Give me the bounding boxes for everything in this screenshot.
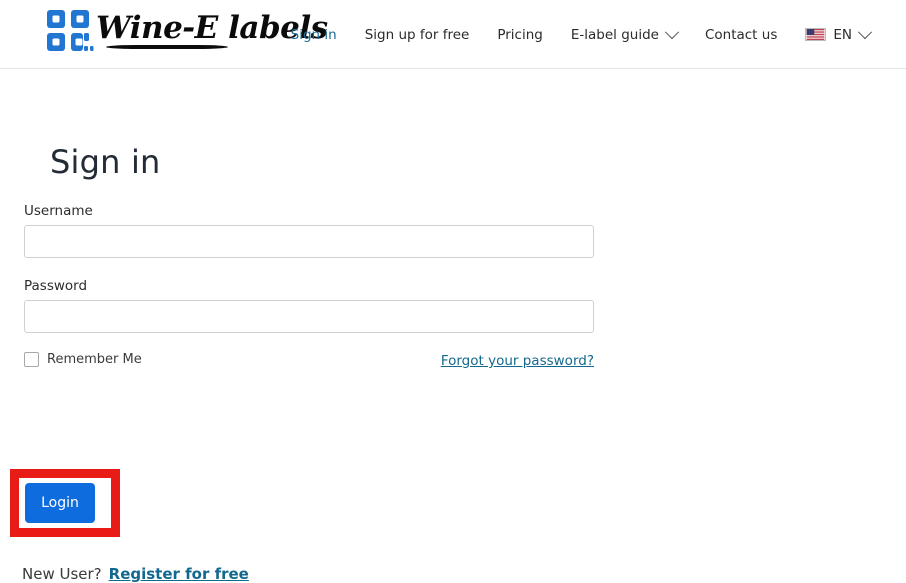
- language-selector[interactable]: EN: [791, 24, 884, 43]
- login-button[interactable]: Login: [25, 483, 95, 523]
- chevron-down-icon: [857, 24, 873, 39]
- nav-item-pricing-label: Pricing: [497, 26, 543, 43]
- nav-item-sign-in[interactable]: Sign in: [277, 27, 351, 43]
- username-input[interactable]: [24, 225, 594, 258]
- us-flag-icon: [805, 28, 827, 41]
- password-input[interactable]: [24, 300, 594, 333]
- forgot-password-link[interactable]: Forgot your password?: [441, 353, 594, 369]
- password-label: Password: [24, 278, 88, 294]
- page-title: Sign in: [50, 143, 161, 182]
- language-label: EN: [833, 26, 852, 43]
- chevron-down-icon: [664, 24, 680, 39]
- register-for-free-link[interactable]: Register for free: [109, 565, 249, 583]
- password-field-group: Password: [24, 278, 596, 333]
- remember-me-control[interactable]: Remember Me: [24, 352, 142, 367]
- remember-me-checkbox[interactable]: [24, 352, 39, 367]
- login-form: Username Password Remember Me Forgot you…: [24, 203, 596, 374]
- nav-item-sign-in-label: Sign in: [290, 26, 337, 43]
- qr-code-icon: [47, 10, 94, 51]
- nav-item-elabel-guide-label: E-label guide: [570, 26, 659, 43]
- brand-underline-swoosh: [106, 45, 228, 49]
- new-user-text: New User?: [22, 565, 102, 583]
- nav-item-pricing[interactable]: Pricing: [483, 27, 557, 43]
- new-user-row: New User? Register for free: [22, 565, 249, 583]
- site-header: Wine-E labels Sign in Sign up for free P…: [0, 0, 906, 69]
- nav-item-sign-up[interactable]: Sign up for free: [351, 27, 484, 43]
- main-navigation: Sign in Sign up for free Pricing E-label…: [277, 0, 884, 69]
- nav-item-contact-us-label: Contact us: [704, 26, 778, 43]
- nav-item-sign-up-label: Sign up for free: [364, 26, 470, 43]
- remember-me-label: Remember Me: [47, 352, 142, 367]
- nav-item-contact-us[interactable]: Contact us: [691, 27, 791, 43]
- nav-item-elabel-guide[interactable]: E-label guide: [557, 24, 691, 43]
- username-label: Username: [24, 203, 93, 219]
- username-field-group: Username: [24, 203, 596, 258]
- main-content: Sign in Username Password Remember Me Fo…: [0, 69, 906, 583]
- form-options-row: Remember Me Forgot your password?: [24, 352, 596, 374]
